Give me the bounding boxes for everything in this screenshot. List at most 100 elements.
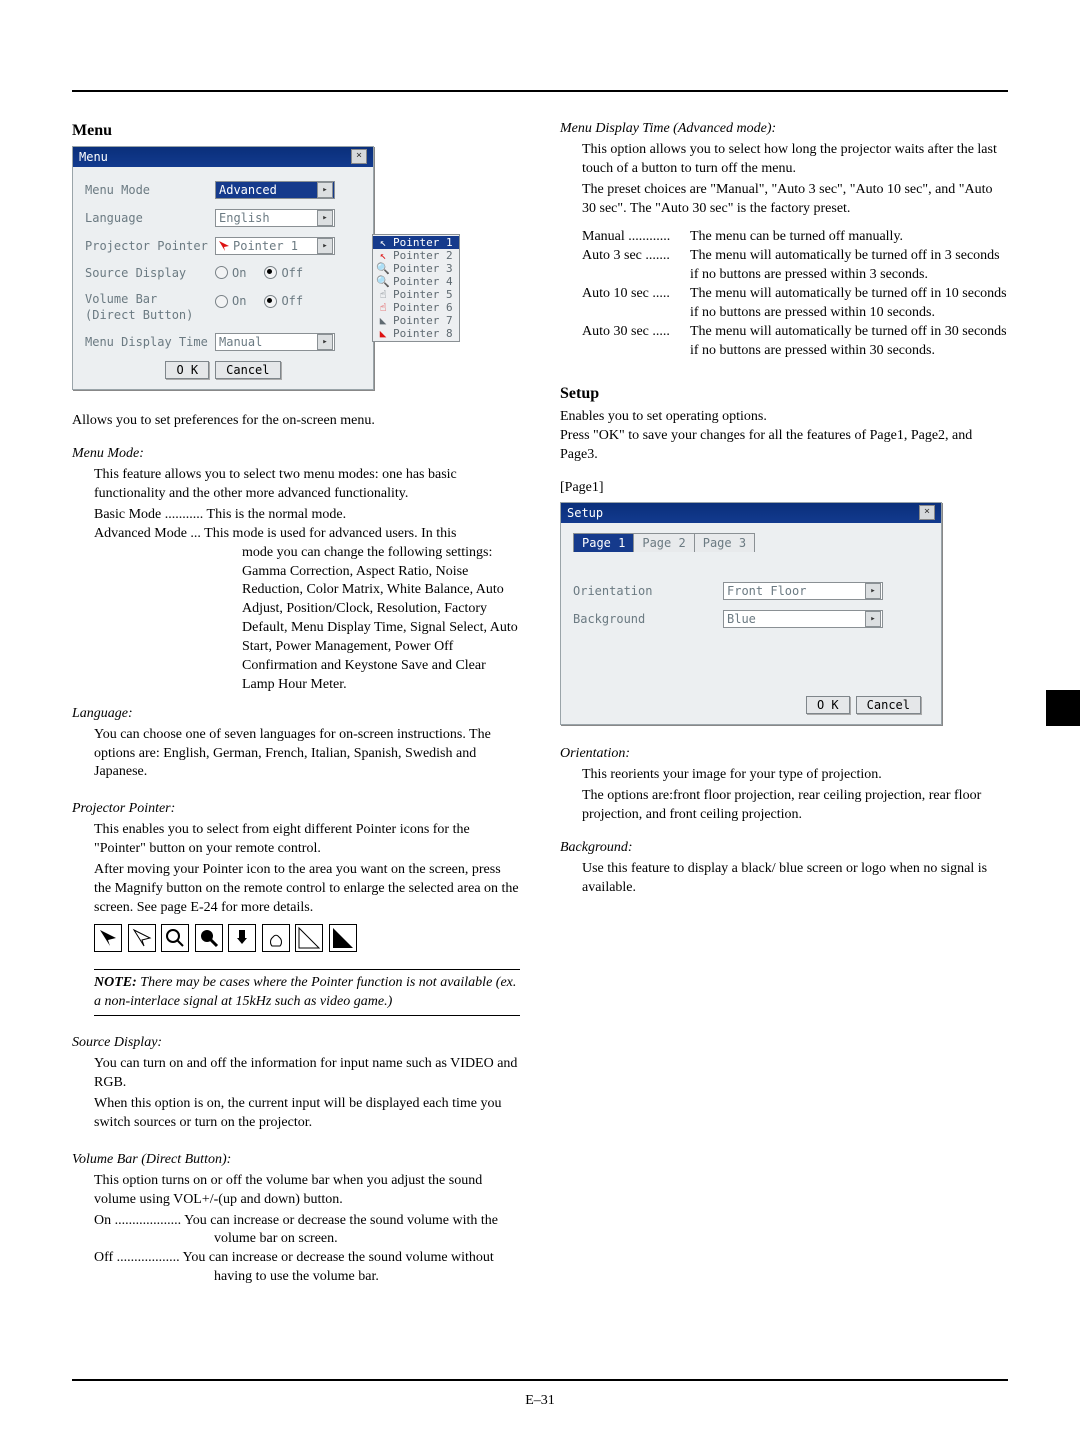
combo-language[interactable]: English ▸: [215, 209, 335, 227]
pointer-option[interactable]: 🔍Pointer 3: [373, 262, 459, 275]
source-desc-2: When this option is on, the current inpu…: [94, 1095, 520, 1133]
orientation-desc-2: The options are:front floor projection, …: [582, 787, 1008, 825]
pointer-option[interactable]: ↖ Pointer 1: [373, 236, 459, 249]
pointer-desc-2: After moving your Pointer icon to the ar…: [94, 861, 520, 918]
def-desc-auto10: The menu will automatically be turned of…: [690, 285, 1008, 323]
heading-setup: Setup: [560, 383, 1008, 405]
tab-page3[interactable]: Page 3: [694, 533, 755, 552]
chevron-right-icon: ▸: [317, 334, 333, 350]
chevron-right-icon: ▸: [317, 238, 333, 254]
subhead-projector-pointer: Projector Pointer:: [72, 800, 520, 819]
chevron-right-icon: ▸: [317, 182, 333, 198]
pointer-option-label: Pointer 8: [393, 327, 453, 340]
def-term-manual: Manual ............: [582, 228, 690, 247]
menu-panel-title: Menu: [79, 149, 108, 165]
pointer-triangle-icon: ◣: [377, 314, 389, 327]
label-background: Background: [573, 611, 723, 627]
pointer-option[interactable]: ◣ Pointer 7: [373, 314, 459, 327]
pointer-icon-7: [295, 924, 323, 952]
pointer-icon-2: [128, 924, 156, 952]
pointer-hand-icon: ☝: [377, 288, 389, 301]
adv-mode-first-line: Advanced Mode ... This mode is used for …: [94, 525, 520, 544]
pointer-icon-8: [329, 924, 357, 952]
pointer-icon-6: [262, 924, 290, 952]
pointer-arrow-icon: ↖: [377, 249, 389, 262]
combo-menu-mode[interactable]: Advanced ▸: [215, 181, 335, 199]
page-number: E–31: [0, 1392, 1080, 1411]
volbar-on-line: On ................... You can increase …: [94, 1212, 520, 1250]
pointer-arrow-icon: ↖: [377, 236, 389, 249]
def-term-auto10: Auto 10 sec .....: [582, 285, 690, 323]
setup-p2: Press "OK" to save your changes for all …: [560, 427, 1008, 465]
combo-orientation[interactable]: Front Floor ▸: [723, 582, 883, 600]
pointer-option-label: Pointer 7: [393, 314, 453, 327]
def-desc-auto3: The menu will automatically be turned of…: [690, 247, 1008, 285]
combo-pointer-value: Pointer 1: [233, 238, 298, 254]
pointer-desc-1: This enables you to select from eight di…: [94, 821, 520, 859]
pointer-option-label: Pointer 2: [393, 249, 453, 262]
mdt-desc-1: This option allows you to select how lon…: [582, 141, 1008, 179]
combo-background-value: Blue: [727, 611, 756, 627]
setup-panel-title: Setup: [567, 505, 603, 521]
radio-volbar-on[interactable]: On: [215, 293, 246, 309]
pointer-popup: ↖ Pointer 1 ↖ Pointer 2 🔍Pointer 3 🔍Pointe…: [372, 234, 460, 342]
page1-label: [Page1]: [560, 479, 1008, 498]
combo-background[interactable]: Blue ▸: [723, 610, 883, 628]
language-desc: You can choose one of seven languages fo…: [94, 726, 520, 783]
radio-volbar-off[interactable]: Off: [264, 293, 303, 309]
pointer-icon-5: [228, 924, 256, 952]
adv-mode-details: mode you can change the following settin…: [242, 544, 520, 695]
setup-panel: Setup × Page 1 Page 2 Page 3 Orientation: [560, 502, 942, 725]
orientation-desc-1: This reorients your image for your type …: [582, 766, 1008, 785]
pointer-option-label: Pointer 3: [393, 262, 453, 275]
cancel-button[interactable]: Cancel: [215, 361, 280, 379]
label-menu-mode: Menu Mode: [85, 182, 215, 198]
pointer-option[interactable]: ◣ Pointer 8: [373, 327, 459, 340]
heading-menu: Menu: [72, 120, 520, 142]
subhead-menu-display-time: Menu Display Time (Advanced mode):: [560, 120, 1008, 139]
pointer-icon-1: [94, 924, 122, 952]
pointer-option[interactable]: ☝Pointer 6: [373, 301, 459, 314]
subhead-language: Language:: [72, 705, 520, 724]
tab-page1[interactable]: Page 1: [573, 533, 634, 552]
note-text: There may be cases where the Pointer fun…: [94, 975, 516, 1009]
note-box: NOTE: There may be cases where the Point…: [94, 969, 520, 1017]
side-marker: [1046, 690, 1080, 726]
combo-display-time[interactable]: Manual ▸: [215, 333, 335, 351]
pointer-option-label: Pointer 6: [393, 301, 453, 314]
label-pointer: Projector Pointer: [85, 238, 215, 254]
radio-source-on[interactable]: On: [215, 265, 246, 281]
pointer-icon-3: [161, 924, 189, 952]
background-desc: Use this feature to display a black/ blu…: [582, 860, 1008, 898]
def-desc-manual: The menu can be turned off manually.: [690, 228, 1008, 247]
pointer-triangle-icon: ◣: [377, 327, 389, 340]
close-icon[interactable]: ×: [919, 505, 935, 520]
combo-orientation-value: Front Floor: [727, 583, 806, 599]
combo-language-value: English: [219, 210, 270, 226]
pointer-option[interactable]: 🔍Pointer 4: [373, 275, 459, 288]
mdt-desc-2: The preset choices are "Manual", "Auto 3…: [582, 181, 1008, 219]
volbar-desc: This option turns on or off the volume b…: [94, 1172, 520, 1210]
radio-source-off[interactable]: Off: [264, 265, 303, 281]
pointer-option-label: Pointer 1: [393, 236, 453, 249]
menu-intro: Allows you to set preferences for the on…: [72, 412, 520, 431]
ok-button[interactable]: O K: [165, 361, 209, 379]
pointer-option[interactable]: ☝Pointer 5: [373, 288, 459, 301]
pointer-option[interactable]: ↖ Pointer 2: [373, 249, 459, 262]
subhead-menu-mode: Menu Mode:: [72, 445, 520, 464]
subhead-background: Background:: [560, 839, 1008, 858]
basic-mode-line: Basic Mode ........... This is the norma…: [94, 506, 520, 525]
close-icon[interactable]: ×: [351, 149, 367, 164]
setup-p1: Enables you to set operating options.: [560, 408, 1008, 427]
def-term-auto30: Auto 30 sec .....: [582, 323, 690, 361]
pointer-icons-row: [94, 924, 520, 959]
cancel-button[interactable]: Cancel: [856, 696, 921, 714]
tab-page2[interactable]: Page 2: [633, 533, 694, 552]
ok-button[interactable]: O K: [806, 696, 850, 714]
label-volume-bar: Volume Bar (Direct Button): [85, 291, 215, 323]
subhead-orientation: Orientation:: [560, 745, 1008, 764]
combo-pointer[interactable]: Pointer 1 ▸: [215, 237, 335, 255]
subhead-source-display: Source Display:: [72, 1034, 520, 1053]
chevron-right-icon: ▸: [317, 210, 333, 226]
radio-label: Off: [281, 293, 303, 309]
